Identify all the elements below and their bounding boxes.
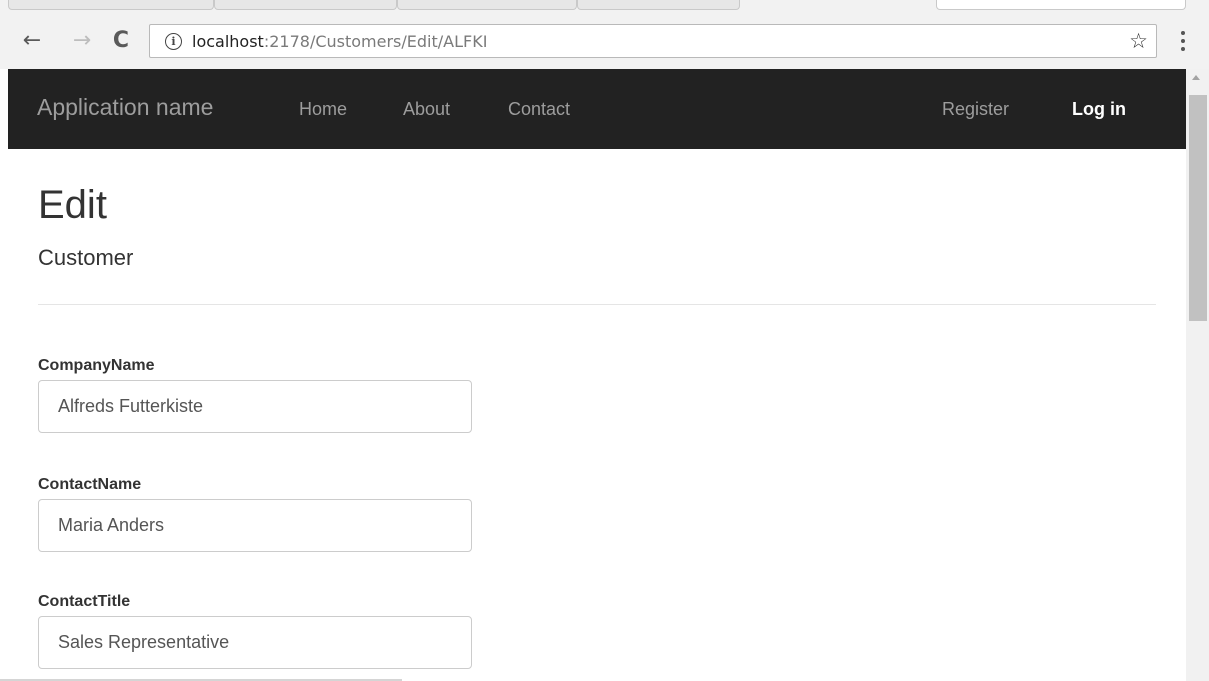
more-menu-icon[interactable]: [1173, 26, 1193, 56]
nav-link-login[interactable]: Log in: [1072, 99, 1126, 120]
browser-tab[interactable]: [214, 0, 397, 10]
page-title: Edit: [38, 183, 107, 227]
brand-link[interactable]: Application name: [37, 94, 213, 121]
browser-tab[interactable]: [8, 0, 214, 10]
back-icon[interactable]: ←: [19, 25, 45, 55]
browser-tab[interactable]: [397, 0, 577, 10]
contact-title-label: ContactTitle: [38, 593, 131, 610]
contact-name-input[interactable]: [38, 499, 472, 552]
nav-link-about[interactable]: About: [403, 99, 450, 120]
url-host: localhost: [192, 31, 264, 51]
reload-icon[interactable]: C: [108, 25, 134, 55]
scrollbar-thumb[interactable]: [1189, 95, 1207, 321]
company-name-input[interactable]: [38, 380, 472, 433]
star-icon[interactable]: ☆: [1129, 29, 1148, 53]
browser-tab-strip: [0, 0, 1209, 12]
contact-name-label: ContactName: [38, 476, 142, 493]
url-path: :2178/Customers/Edit/ALFKI: [263, 31, 488, 51]
url-text[interactable]: localhost:2178/Customers/Edit/ALFKI: [192, 32, 487, 51]
address-bar[interactable]: i localhost:2178/Customers/Edit/ALFKI ☆: [149, 24, 1157, 58]
page-subtitle: Customer: [38, 245, 134, 270]
nav-link-home[interactable]: Home: [299, 99, 347, 120]
nav-link-contact[interactable]: Contact: [508, 99, 570, 120]
browser-tab[interactable]: [577, 0, 740, 10]
contact-title-input[interactable]: [38, 616, 472, 669]
scroll-up-arrow-icon[interactable]: [1192, 75, 1200, 80]
info-icon[interactable]: i: [165, 32, 182, 50]
forward-icon[interactable]: →: [69, 25, 95, 55]
divider: [38, 304, 1156, 305]
company-name-label: CompanyName: [38, 357, 155, 374]
browser-tab-active[interactable]: [936, 0, 1186, 10]
browser-toolbar: ← → C i localhost:2178/Customers/Edit/AL…: [0, 12, 1209, 69]
nav-link-register[interactable]: Register: [942, 99, 1009, 120]
site-navbar: Application name Home About Contact Regi…: [8, 69, 1186, 149]
